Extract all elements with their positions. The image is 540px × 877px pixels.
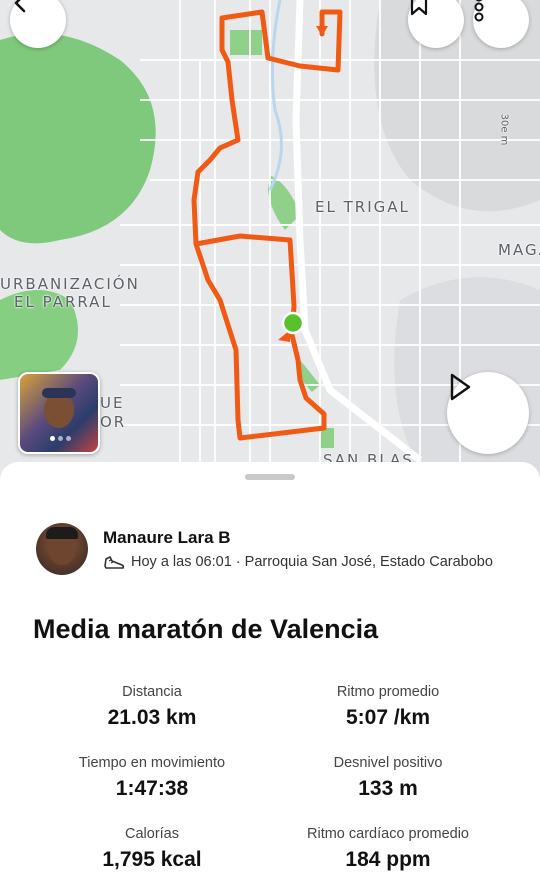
route-direction-arrow	[316, 26, 328, 36]
stat-value: 1,795 kcal	[102, 848, 202, 871]
sheet-drag-handle[interactable]	[245, 474, 295, 480]
stat-value: 133 m	[358, 777, 418, 800]
photo-cap	[42, 388, 76, 398]
stat-label: Ritmo promedio	[336, 684, 440, 700]
stat-label: Tiempo en movimiento	[78, 755, 226, 771]
play-icon	[450, 373, 471, 401]
stat-value: 5:07 /km	[345, 706, 431, 729]
more-vertical-icon	[474, 0, 484, 22]
route-map[interactable]: EL TRIGAL URBANIZACIÓN EL PARRAL MAGA SA…	[0, 0, 540, 480]
bookmark-icon	[410, 0, 428, 16]
activity-title: Media maratón de Valencia	[33, 614, 379, 644]
map-label-el-trigal: EL TRIGAL	[315, 198, 410, 216]
green-area	[230, 30, 262, 55]
map-label-maga: MAGA	[498, 241, 540, 259]
athlete-name[interactable]: Manaure Lara B	[103, 528, 231, 548]
stat-avg-pace: Ritmo promedio 5:07 /km	[258, 684, 518, 730]
green-area	[320, 428, 334, 448]
stat-calories: Calorías 1,795 kcal	[22, 826, 282, 872]
stat-value: 21.03 km	[107, 706, 197, 729]
avatar[interactable]	[36, 523, 88, 575]
stat-label: Distancia	[122, 684, 182, 700]
stat-label: Ritmo cardíaco promedio	[307, 826, 469, 842]
map-label-el-parral: EL PARRAL	[14, 293, 112, 311]
chevron-left-icon	[14, 0, 26, 13]
play-flyover-button[interactable]	[447, 372, 529, 454]
map-label-street: 30e m	[498, 113, 510, 146]
green-area	[0, 33, 156, 244]
start-marker	[281, 311, 305, 335]
stat-label: Calorías	[125, 826, 179, 842]
stat-avg-heart-rate: Ritmo cardíaco promedio 184 ppm	[258, 826, 518, 872]
activity-meta-text: Hoy a las 06:01 · Parroquia San José, Es…	[131, 554, 493, 570]
map-label-ue: UE	[100, 394, 125, 412]
river	[268, 0, 283, 191]
photo-pager-dots	[50, 436, 71, 441]
stat-value: 1:47:38	[115, 777, 189, 800]
stat-value: 184 ppm	[345, 848, 431, 871]
map-label-urbanizacion: URBANIZACIÓN	[0, 275, 140, 293]
stat-moving-time: Tiempo en movimiento 1:47:38	[22, 755, 282, 801]
activity-meta: Hoy a las 06:01 · Parroquia San José, Es…	[103, 553, 493, 571]
map-label-or: OR	[100, 413, 127, 431]
stat-label: Desnivel positivo	[333, 755, 443, 771]
stat-elevation-gain: Desnivel positivo 133 m	[258, 755, 518, 801]
activity-details-sheet: Manaure Lara B Hoy a las 06:01 · Parroqu…	[0, 462, 540, 877]
activity-photo-thumbnail[interactable]	[18, 372, 100, 454]
stat-distance: Distancia 21.03 km	[22, 684, 282, 730]
shoe-icon	[104, 556, 125, 569]
